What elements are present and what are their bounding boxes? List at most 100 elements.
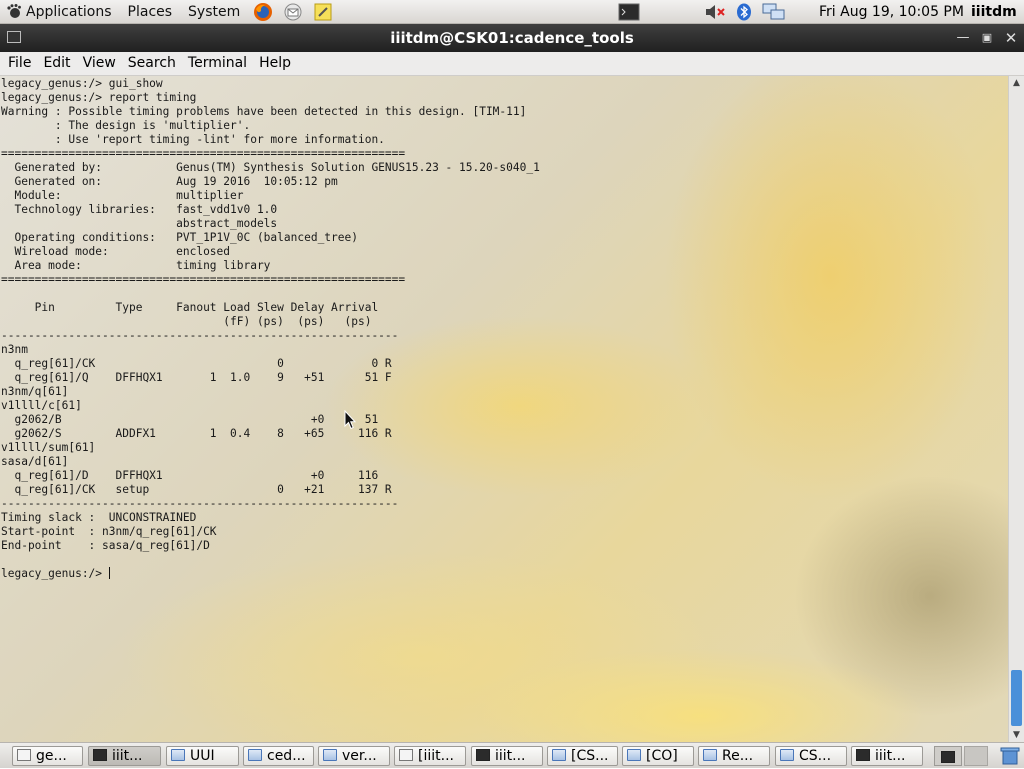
terminal-tray-button[interactable] — [618, 0, 640, 24]
text-cursor — [108, 567, 110, 579]
terminal-line: : The design is 'multiplier'. — [1, 119, 251, 132]
network-button[interactable] — [762, 0, 786, 24]
taskbar-item-label: [iiit... — [418, 748, 454, 764]
window-title: iiitdm@CSK01:cadence_tools — [390, 29, 634, 47]
terminal-icon — [399, 749, 413, 761]
terminal-line: g2062/B +0 51 — [1, 413, 379, 426]
workspace-switcher[interactable] — [964, 746, 988, 766]
maximize-button[interactable]: ▣ — [977, 28, 997, 48]
taskbar-item-label: [CO] — [646, 748, 678, 764]
taskbar-item[interactable]: iiit... — [851, 746, 923, 766]
terminal-line: ========================================… — [1, 273, 406, 286]
terminal-line: Module: multiplier — [1, 189, 244, 202]
firefox-icon — [254, 2, 273, 21]
bluetooth-button[interactable] — [736, 0, 752, 24]
terminal-line: Wireload mode: enclosed — [1, 245, 231, 258]
terminal-prompt[interactable]: legacy_genus:/> — [1, 567, 109, 580]
terminal-line: ========================================… — [1, 147, 406, 160]
taskbar-item-label: CS... — [799, 748, 832, 764]
clock[interactable]: Fri Aug 19, 10:05 PM — [819, 0, 964, 24]
volume-button[interactable] — [704, 0, 728, 24]
menu-file[interactable]: File — [0, 52, 37, 75]
terminal-line: n3nm — [1, 343, 28, 356]
notes-icon — [314, 3, 332, 20]
trash-icon — [1000, 747, 1020, 765]
scroll-up-arrow-icon[interactable]: ▲ — [1009, 76, 1024, 90]
menu-view[interactable]: View — [77, 52, 122, 75]
minimize-icon: — — [956, 30, 970, 45]
folder-icon — [171, 749, 185, 761]
terminal-line: v1llll/sum[61] — [1, 441, 96, 454]
terminal-line: Pin Type Fanout Load Slew Delay Arrival — [1, 301, 379, 314]
taskbar-item[interactable]: [CO] — [622, 746, 694, 766]
folder-icon — [552, 749, 566, 761]
top-panel: Applications Places System Fri Aug 19, 1… — [0, 0, 1024, 24]
terminal-area[interactable]: legacy_genus:/> gui_show legacy_genus:/>… — [0, 76, 1008, 742]
terminal-line: Technology libraries: fast_vdd1v0 1.0 — [1, 203, 278, 216]
terminal-tray-icon — [941, 751, 955, 763]
scrollbar-thumb[interactable] — [1011, 670, 1022, 726]
notes-launcher[interactable] — [311, 1, 335, 23]
maximize-icon: ▣ — [981, 31, 993, 44]
terminal-line: legacy_genus:/> report timing — [1, 91, 197, 104]
user-menu[interactable]: iiitdm — [971, 0, 1017, 24]
terminal-line: Area mode: timing library — [1, 259, 271, 272]
taskbar-item[interactable]: iiit... — [88, 746, 161, 766]
taskbar-item[interactable]: ced... — [243, 746, 314, 766]
applications-menu-label: Applications — [26, 3, 112, 20]
trash-button[interactable] — [1000, 746, 1022, 766]
terminal-icon — [856, 749, 870, 761]
terminal-output[interactable]: legacy_genus:/> gui_show legacy_genus:/>… — [1, 77, 540, 581]
taskbar-item[interactable]: CS... — [775, 746, 847, 766]
scroll-down-arrow-icon[interactable]: ▼ — [1009, 728, 1024, 742]
taskbar-item[interactable]: UUI — [166, 746, 239, 766]
terminal-line: Start-point : n3nm/q_reg[61]/CK — [1, 525, 217, 538]
menu-edit[interactable]: Edit — [37, 52, 76, 75]
terminal-line: v1llll/c[61] — [1, 399, 82, 412]
window-titlebar[interactable]: iiitdm@CSK01:cadence_tools — ▣ ✕ — [0, 24, 1024, 52]
taskbar-item[interactable]: Re... — [698, 746, 770, 766]
terminal-line: g2062/S ADDFX1 1 0.4 8 +65 116 R — [1, 427, 392, 440]
terminal-line: Generated by: Genus(TM) Synthesis Soluti… — [1, 161, 540, 174]
menu-terminal[interactable]: Terminal — [182, 52, 253, 75]
terminal-line: n3nm/q[61] — [1, 385, 69, 398]
gnome-foot-icon — [7, 3, 21, 18]
taskbar-item[interactable]: [iiit... — [394, 746, 466, 766]
taskbar-item-label: iiit... — [112, 748, 143, 764]
terminal-line: : Use 'report timing -lint' for more inf… — [1, 133, 385, 146]
taskbar-item-label: ced... — [267, 748, 306, 764]
places-menu[interactable]: Places — [120, 0, 181, 24]
terminal-tray-button[interactable] — [934, 746, 962, 766]
network-icon — [762, 3, 785, 20]
terminal-line: q_reg[61]/Q DFFHQX1 1 1.0 9 +51 51 F — [1, 371, 392, 384]
folder-icon — [323, 749, 337, 761]
taskbar-item[interactable]: iiit... — [471, 746, 543, 766]
folder-icon — [780, 749, 794, 761]
terminal-line: (fF) (ps) (ps) (ps) — [1, 315, 372, 328]
terminal-line: q_reg[61]/CK setup 0 +21 137 R — [1, 483, 392, 496]
applications-menu[interactable]: Applications — [0, 0, 120, 24]
vertical-scrollbar[interactable]: ▲ ▼ — [1008, 76, 1024, 742]
minimize-button[interactable]: — — [953, 28, 973, 48]
menu-help[interactable]: Help — [253, 52, 297, 75]
menu-search[interactable]: Search — [122, 52, 182, 75]
terminal-icon — [476, 749, 490, 761]
mail-launcher[interactable] — [281, 1, 305, 23]
close-button[interactable]: ✕ — [1001, 28, 1021, 48]
taskbar-item-label: ge... — [36, 748, 67, 764]
system-menu[interactable]: System — [180, 0, 248, 24]
terminal-menubar: File Edit View Search Terminal Help — [0, 52, 1024, 76]
taskbar-item[interactable]: [CS... — [547, 746, 618, 766]
taskbar-item[interactable]: ver... — [318, 746, 390, 766]
taskbar-item[interactable]: ge... — [12, 746, 83, 766]
firefox-launcher[interactable] — [251, 1, 275, 23]
terminal-tray-icon — [618, 3, 640, 21]
terminal-line: abstract_models — [1, 217, 278, 230]
folder-icon — [627, 749, 641, 761]
taskbar-item-label: UUI — [190, 748, 215, 764]
terminal-line: Operating conditions: PVT_1P1V_0C (balan… — [1, 231, 358, 244]
terminal-line: q_reg[61]/D DFFHQX1 +0 116 — [1, 469, 379, 482]
mail-icon — [284, 3, 302, 20]
mouse-pointer-icon — [344, 410, 356, 430]
terminal-line: End-point : sasa/q_reg[61]/D — [1, 539, 210, 552]
